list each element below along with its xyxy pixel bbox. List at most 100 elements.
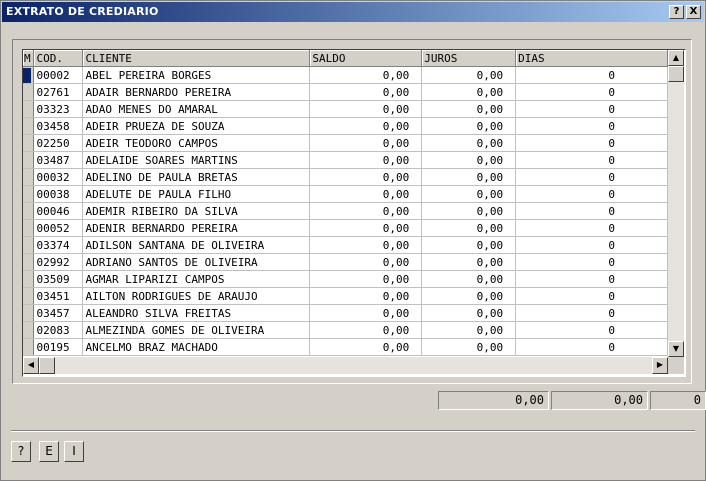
cell-cod[interactable]: 02250 <box>33 134 84 152</box>
cell-dias[interactable]: 0 <box>515 66 668 84</box>
i-button[interactable]: I <box>64 441 84 462</box>
table-row[interactable]: 03458 ADEIR PRUEZA DE SOUZA 0,00 0,00 0 <box>23 117 668 135</box>
e-button[interactable]: E <box>39 441 59 462</box>
up-arrow-icon[interactable]: ▲ <box>668 50 684 66</box>
cell-dias[interactable]: 0 <box>515 270 668 288</box>
cell-cliente[interactable]: ADRIANO SANTOS DE OLIVEIRA <box>82 253 311 271</box>
cell-dias[interactable]: 0 <box>515 236 668 254</box>
close-button[interactable]: X <box>686 5 701 19</box>
cell-cod[interactable]: 03487 <box>33 151 84 169</box>
cell-juros[interactable]: 0,00 <box>421 236 517 254</box>
cell-juros[interactable]: 0,00 <box>421 117 517 135</box>
horizontal-scrollbar[interactable]: ◀ ▶ <box>23 357 668 374</box>
cell-cliente[interactable]: ADEIR TEODORO CAMPOS <box>82 134 311 152</box>
cell-cod[interactable]: 02083 <box>33 321 84 339</box>
cell-cliente[interactable]: ADELAIDE SOARES MARTINS <box>82 151 311 169</box>
down-arrow-icon[interactable]: ▼ <box>668 341 684 357</box>
cell-saldo[interactable]: 0,00 <box>309 100 423 118</box>
cell-cliente[interactable]: ADEMIR RIBEIRO DA SILVA <box>82 202 311 220</box>
cell-juros[interactable]: 0,00 <box>421 66 517 84</box>
table-row[interactable]: 00046 ADEMIR RIBEIRO DA SILVA 0,00 0,00 0 <box>23 202 668 220</box>
cell-cod[interactable]: 03323 <box>33 100 84 118</box>
right-arrow-icon[interactable]: ▶ <box>652 357 668 374</box>
cell-cliente[interactable]: AILTON RODRIGUES DE ARAUJO <box>82 287 311 305</box>
cell-cod[interactable]: 00038 <box>33 185 84 203</box>
cell-cod[interactable]: 02761 <box>33 83 84 101</box>
cell-cliente[interactable]: ADELUTE DE PAULA FILHO <box>82 185 311 203</box>
cell-juros[interactable]: 0,00 <box>421 304 517 322</box>
col-header-cod[interactable]: COD. <box>33 50 84 67</box>
cell-cod[interactable]: 03374 <box>33 236 84 254</box>
table-row[interactable]: 03487 ADELAIDE SOARES MARTINS 0,00 0,00 0 <box>23 151 668 169</box>
cell-cliente[interactable]: ADELINO DE PAULA BRETAS <box>82 168 311 186</box>
cell-dias[interactable]: 0 <box>515 253 668 271</box>
table-row[interactable]: 02083 ALMEZINDA GOMES DE OLIVEIRA 0,00 0,00… <box>23 321 668 339</box>
cell-saldo[interactable]: 0,00 <box>309 287 423 305</box>
table-row[interactable]: 03374 ADILSON SANTANA DE OLIVEIRA 0,00 0,00… <box>23 236 668 254</box>
cell-cliente[interactable]: ABEL PEREIRA BORGES <box>82 66 311 84</box>
table-row[interactable]: 00052 ADENIR BERNARDO PEREIRA 0,00 0,00 0 <box>23 219 668 237</box>
table-row[interactable]: 00032 ADELINO DE PAULA BRETAS 0,00 0,00 0 <box>23 168 668 186</box>
table-row[interactable]: 03323 ADAO MENES DO AMARAL 0,00 0,00 0 <box>23 100 668 118</box>
cell-dias[interactable]: 0 <box>515 134 668 152</box>
cell-dias[interactable]: 0 <box>515 202 668 220</box>
cell-cod[interactable]: 00195 <box>33 338 84 356</box>
cell-cliente[interactable]: ANCELMO BRAZ MACHADO <box>82 338 311 356</box>
cell-cod[interactable]: 03451 <box>33 287 84 305</box>
table-row[interactable]: 02761 ADAIR BERNARDO PEREIRA 0,00 0,00 0 <box>23 83 668 101</box>
cell-dias[interactable]: 0 <box>515 185 668 203</box>
cell-cliente[interactable]: ADENIR BERNARDO PEREIRA <box>82 219 311 237</box>
cell-juros[interactable]: 0,00 <box>421 151 517 169</box>
cell-cod[interactable]: 02992 <box>33 253 84 271</box>
cell-cliente[interactable]: AGMAR LIPARIZI CAMPOS <box>82 270 311 288</box>
data-grid[interactable]: M COD. CLIENTE SALDO JUROS DIAS 00002 ABE… <box>22 49 686 377</box>
help-title-button[interactable]: ? <box>669 5 684 19</box>
table-row[interactable]: 02250 ADEIR TEODORO CAMPOS 0,00 0,00 0 <box>23 134 668 152</box>
cell-saldo[interactable]: 0,00 <box>309 304 423 322</box>
cell-dias[interactable]: 0 <box>515 287 668 305</box>
cell-saldo[interactable]: 0,00 <box>309 134 423 152</box>
cell-cod[interactable]: 00046 <box>33 202 84 220</box>
cell-cliente[interactable]: ALMEZINDA GOMES DE OLIVEIRA <box>82 321 311 339</box>
vertical-scrollbar[interactable]: ▲ ▼ <box>668 50 684 357</box>
cell-dias[interactable]: 0 <box>515 151 668 169</box>
cell-saldo[interactable]: 0,00 <box>309 236 423 254</box>
cell-juros[interactable]: 0,00 <box>421 134 517 152</box>
cell-saldo[interactable]: 0,00 <box>309 219 423 237</box>
cell-dias[interactable]: 0 <box>515 83 668 101</box>
cell-saldo[interactable]: 0,00 <box>309 338 423 356</box>
table-row[interactable]: 02992 ADRIANO SANTOS DE OLIVEIRA 0,00 0,00 0 <box>23 253 668 271</box>
cell-juros[interactable]: 0,00 <box>421 185 517 203</box>
cell-saldo[interactable]: 0,00 <box>309 168 423 186</box>
cell-dias[interactable]: 0 <box>515 321 668 339</box>
vertical-scroll-thumb[interactable] <box>668 66 684 82</box>
cell-dias[interactable]: 0 <box>515 117 668 135</box>
col-header-saldo[interactable]: SALDO <box>309 50 423 67</box>
table-row[interactable]: 03509 AGMAR LIPARIZI CAMPOS 0,00 0,00 0 <box>23 270 668 288</box>
cell-dias[interactable]: 0 <box>515 219 668 237</box>
cell-juros[interactable]: 0,00 <box>421 338 517 356</box>
cell-cod[interactable]: 03458 <box>33 117 84 135</box>
cell-dias[interactable]: 0 <box>515 304 668 322</box>
cell-juros[interactable]: 0,00 <box>421 270 517 288</box>
cell-saldo[interactable]: 0,00 <box>309 321 423 339</box>
cell-cod[interactable]: 00032 <box>33 168 84 186</box>
table-row[interactable]: 03451 AILTON RODRIGUES DE ARAUJO 0,00 0,00 0 <box>23 287 668 305</box>
cell-dias[interactable]: 0 <box>515 338 668 356</box>
cell-cod[interactable]: 03457 <box>33 304 84 322</box>
cell-cod[interactable]: 00002 <box>33 66 84 84</box>
cell-cliente[interactable]: ADAO MENES DO AMARAL <box>82 100 311 118</box>
cell-saldo[interactable]: 0,00 <box>309 117 423 135</box>
cell-juros[interactable]: 0,00 <box>421 321 517 339</box>
cell-dias[interactable]: 0 <box>515 168 668 186</box>
cell-saldo[interactable]: 0,00 <box>309 270 423 288</box>
cell-cliente[interactable]: ADEIR PRUEZA DE SOUZA <box>82 117 311 135</box>
cell-cliente[interactable]: ADAIR BERNARDO PEREIRA <box>82 83 311 101</box>
cell-juros[interactable]: 0,00 <box>421 168 517 186</box>
col-header-cliente[interactable]: CLIENTE <box>82 50 311 67</box>
cell-juros[interactable]: 0,00 <box>421 83 517 101</box>
title-bar[interactable]: EXTRATO DE CREDIARIO ? X <box>2 2 704 22</box>
cell-juros[interactable]: 0,00 <box>421 202 517 220</box>
cell-juros[interactable]: 0,00 <box>421 287 517 305</box>
cell-cliente[interactable]: ADILSON SANTANA DE OLIVEIRA <box>82 236 311 254</box>
